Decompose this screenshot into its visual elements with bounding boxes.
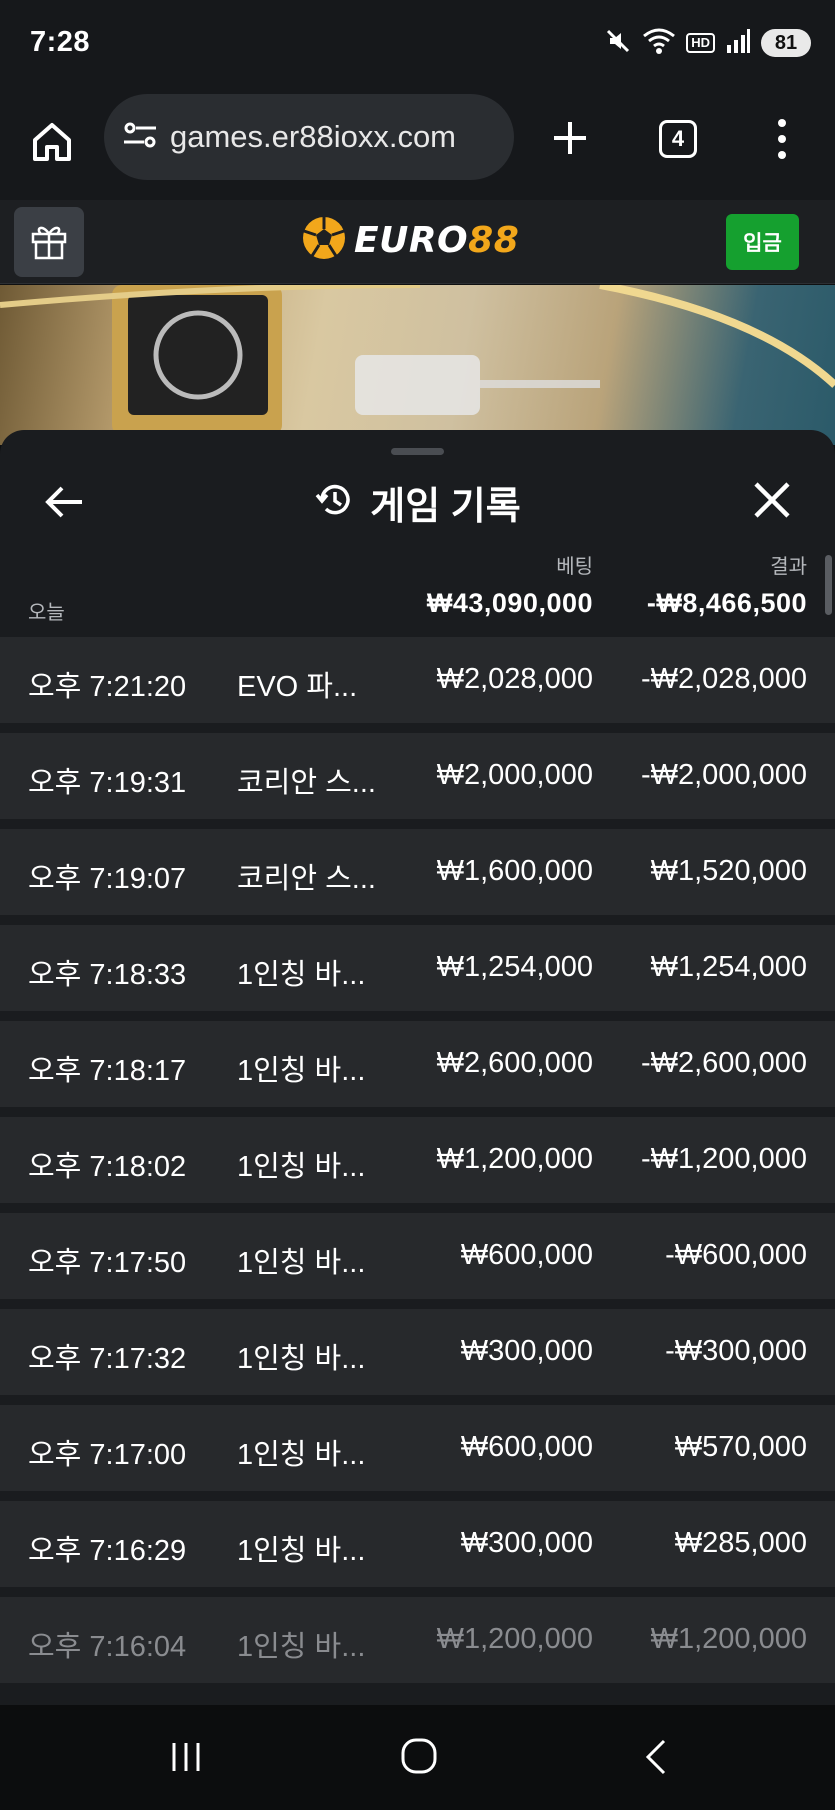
row-game: 코리안 스... bbox=[237, 767, 376, 799]
mute-icon bbox=[604, 27, 632, 60]
history-row[interactable]: 오후 7:17:50 1인칭 바... ₩600,000 -₩600,000 bbox=[0, 1213, 835, 1299]
gift-icon bbox=[27, 218, 71, 267]
row-bet: ₩2,600,000 bbox=[436, 1047, 593, 1079]
drag-handle[interactable] bbox=[391, 448, 444, 455]
row-bet: ₩2,028,000 bbox=[436, 663, 593, 695]
clock: 7:28 bbox=[30, 26, 91, 58]
site-settings-icon[interactable] bbox=[122, 119, 158, 156]
row-result: -₩2,000,000 bbox=[640, 759, 807, 791]
row-game: 1인칭 바... bbox=[237, 1343, 366, 1375]
game-preview-image bbox=[0, 285, 835, 445]
scrollbar[interactable] bbox=[825, 555, 832, 615]
row-result: ₩1,254,000 bbox=[650, 951, 807, 983]
history-list: 오후 7:21:20 EVO 파... ₩2,028,000 -₩2,028,0… bbox=[0, 637, 835, 1693]
url-text[interactable]: games.er88ioxx.com bbox=[170, 119, 456, 155]
row-time: 오후 7:16:29 bbox=[28, 1535, 187, 1567]
status-icons: HD 81 bbox=[604, 26, 811, 60]
row-bet: ₩2,000,000 bbox=[436, 759, 593, 791]
total-result: -₩8,466,500 bbox=[646, 588, 807, 618]
history-row[interactable]: 오후 7:16:29 1인칭 바... ₩300,000 ₩285,000 bbox=[0, 1501, 835, 1587]
home-icon[interactable] bbox=[28, 118, 76, 166]
row-game: 1인칭 바... bbox=[237, 1247, 366, 1279]
row-bet: ₩1,600,000 bbox=[436, 855, 593, 887]
day-label: 오늘 bbox=[28, 602, 65, 624]
row-time: 오후 7:16:04 bbox=[28, 1631, 187, 1663]
history-row[interactable]: 오후 7:16:04 1인칭 바... ₩1,200,000 ₩1,200,00… bbox=[0, 1597, 835, 1683]
row-result: -₩1,200,000 bbox=[640, 1143, 807, 1175]
row-game: EVO 파... bbox=[237, 671, 358, 703]
row-bet: ₩1,254,000 bbox=[436, 951, 593, 983]
row-result: -₩2,028,000 bbox=[640, 663, 807, 695]
history-row[interactable]: 오후 7:21:20 EVO 파... ₩2,028,000 -₩2,028,0… bbox=[0, 637, 835, 723]
row-game: 1인칭 바... bbox=[237, 1055, 366, 1087]
address-bar[interactable]: games.er88ioxx.com bbox=[104, 94, 514, 180]
recent-apps-icon[interactable] bbox=[168, 1739, 204, 1775]
browser-toolbar: games.er88ioxx.com 4 bbox=[0, 88, 835, 200]
signal-icon bbox=[725, 28, 751, 59]
row-game: 1인칭 바... bbox=[237, 1631, 366, 1663]
row-bet: ₩300,000 bbox=[460, 1527, 593, 1559]
row-game: 1인칭 바... bbox=[237, 1535, 366, 1567]
row-time: 오후 7:18:17 bbox=[28, 1055, 187, 1087]
bet-column-label: 베팅 bbox=[556, 556, 593, 578]
nav-back-icon[interactable] bbox=[640, 1737, 670, 1777]
wifi-icon bbox=[642, 27, 676, 60]
more-menu-icon[interactable] bbox=[770, 116, 794, 162]
new-tab-icon[interactable] bbox=[548, 116, 592, 160]
row-game: 코리안 스... bbox=[237, 863, 376, 895]
history-row[interactable]: 오후 7:19:31 코리안 스... ₩2,000,000 -₩2,000,0… bbox=[0, 733, 835, 819]
row-result: -₩300,000 bbox=[665, 1335, 807, 1367]
row-bet: ₩1,200,000 bbox=[436, 1623, 593, 1655]
row-result: -₩2,600,000 bbox=[640, 1047, 807, 1079]
row-result: ₩570,000 bbox=[674, 1431, 807, 1463]
row-time: 오후 7:17:50 bbox=[28, 1247, 187, 1279]
gift-button[interactable] bbox=[14, 207, 84, 277]
sheet-title: 게임 기록 bbox=[370, 485, 521, 528]
logo-text: EURO88 bbox=[354, 219, 520, 261]
system-nav-bar bbox=[0, 1705, 835, 1810]
hd-icon: HD bbox=[686, 33, 715, 53]
history-row[interactable]: 오후 7:18:02 1인칭 바... ₩1,200,000 -₩1,200,0… bbox=[0, 1117, 835, 1203]
row-result: ₩285,000 bbox=[674, 1527, 807, 1559]
game-history-sheet: 게임 기록 베팅 결과 오늘 ₩43,090,000 -₩8,466,500 오… bbox=[0, 430, 835, 1705]
row-time: 오후 7:19:07 bbox=[28, 863, 187, 895]
close-icon[interactable] bbox=[752, 480, 792, 520]
row-bet: ₩300,000 bbox=[460, 1335, 593, 1367]
sheet-header: 게임 기록 bbox=[0, 474, 835, 530]
row-game: 1인칭 바... bbox=[237, 1151, 366, 1183]
site-logo[interactable]: EURO88 bbox=[300, 210, 519, 270]
row-game: 1인칭 바... bbox=[237, 959, 366, 991]
site-header: EURO88 입금 bbox=[0, 200, 835, 284]
row-bet: ₩600,000 bbox=[460, 1431, 593, 1463]
history-row[interactable]: 오후 7:17:32 1인칭 바... ₩300,000 -₩300,000 bbox=[0, 1309, 835, 1395]
row-time: 오후 7:18:02 bbox=[28, 1151, 187, 1183]
row-time: 오후 7:21:20 bbox=[28, 671, 187, 703]
row-game: 1인칭 바... bbox=[237, 1439, 366, 1471]
summary-header: 베팅 결과 오늘 ₩43,090,000 -₩8,466,500 bbox=[0, 550, 835, 624]
row-time: 오후 7:19:31 bbox=[28, 767, 187, 799]
row-result: -₩600,000 bbox=[665, 1239, 807, 1271]
row-bet: ₩600,000 bbox=[460, 1239, 593, 1271]
row-time: 오후 7:17:00 bbox=[28, 1439, 187, 1471]
soccer-ball-icon bbox=[300, 214, 348, 267]
battery-icon: 81 bbox=[761, 29, 811, 57]
status-bar: 7:28 HD 81 bbox=[0, 0, 835, 88]
total-bet: ₩43,090,000 bbox=[426, 588, 593, 618]
history-row[interactable]: 오후 7:18:33 1인칭 바... ₩1,254,000 ₩1,254,00… bbox=[0, 925, 835, 1011]
history-row[interactable]: 오후 7:18:17 1인칭 바... ₩2,600,000 -₩2,600,0… bbox=[0, 1021, 835, 1107]
nav-home-icon[interactable] bbox=[400, 1737, 438, 1775]
row-result: ₩1,200,000 bbox=[650, 1623, 807, 1655]
deposit-button[interactable]: 입금 bbox=[726, 214, 799, 270]
tab-switcher-button[interactable]: 4 bbox=[659, 120, 697, 158]
row-result: ₩1,520,000 bbox=[650, 855, 807, 887]
history-row[interactable]: 오후 7:19:07 코리안 스... ₩1,600,000 ₩1,520,00… bbox=[0, 829, 835, 915]
row-bet: ₩1,200,000 bbox=[436, 1143, 593, 1175]
history-row[interactable]: 오후 7:17:00 1인칭 바... ₩600,000 ₩570,000 bbox=[0, 1405, 835, 1491]
result-column-label: 결과 bbox=[770, 556, 807, 578]
row-time: 오후 7:17:32 bbox=[28, 1343, 187, 1375]
history-icon bbox=[314, 480, 354, 525]
row-time: 오후 7:18:33 bbox=[28, 959, 187, 991]
